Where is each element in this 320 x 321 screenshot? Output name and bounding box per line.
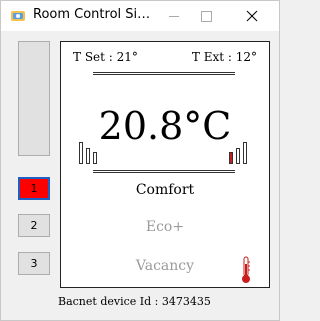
cool-bar-3	[93, 152, 97, 164]
thermostat-panel: T Set : 21° T Ext : 12° 20.8°C Comfort E…	[60, 41, 270, 288]
room-button-3[interactable]: 3	[18, 252, 50, 275]
heat-bar-2	[236, 148, 240, 164]
top-divider	[93, 72, 235, 75]
minimize-icon	[169, 15, 179, 17]
mode-vacancy[interactable]: Vacancy	[61, 258, 269, 274]
mode-eco-plus[interactable]: Eco+	[61, 219, 269, 235]
maximize-icon	[200, 10, 212, 22]
mode-comfort[interactable]: Comfort	[61, 182, 269, 198]
bottom-divider	[93, 170, 235, 173]
cool-bar-1	[79, 142, 83, 164]
title-bar[interactable]: Room Control Si…	[1, 1, 279, 31]
window-title: Room Control Si…	[33, 7, 151, 22]
bacnet-device-id: Bacnet device Id : 3473435	[58, 295, 211, 308]
heating-level-bars	[229, 140, 259, 164]
cooling-level-bars	[79, 140, 109, 164]
heat-bar-1	[229, 152, 233, 164]
maximize-button[interactable]	[183, 1, 229, 31]
heat-bar-3	[243, 142, 247, 164]
close-icon	[246, 10, 258, 22]
side-display-panel	[18, 41, 50, 156]
thermometer-icon	[242, 256, 250, 283]
external-temperature-label: T Ext : 12°	[191, 50, 257, 64]
app-icon	[11, 11, 25, 21]
app-window: Room Control Si… 1 2 3 T Set : 21° T Ext…	[0, 0, 280, 321]
close-button[interactable]	[229, 1, 275, 31]
room-button-1[interactable]: 1	[18, 177, 50, 200]
set-temperature-label: T Set : 21°	[73, 50, 138, 64]
cool-bar-2	[86, 148, 90, 164]
room-button-2[interactable]: 2	[18, 214, 50, 237]
